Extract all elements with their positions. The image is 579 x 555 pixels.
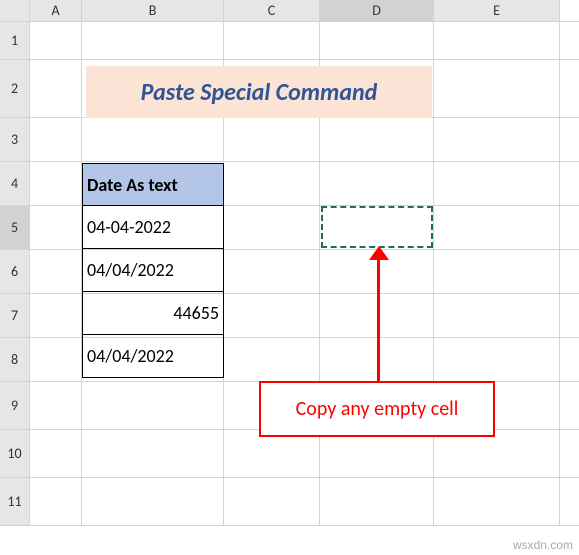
cell-b10[interactable]	[82, 430, 224, 477]
cell-a3[interactable]	[30, 118, 82, 161]
row-header-2[interactable]: 2	[0, 60, 30, 117]
cell-b3[interactable]	[82, 118, 224, 161]
cell-e10[interactable]	[434, 430, 560, 477]
cell-c4[interactable]	[224, 162, 320, 205]
row-10: 10	[0, 430, 579, 478]
select-all-corner[interactable]	[0, 0, 30, 21]
row-header-4[interactable]: 4	[0, 162, 30, 205]
cell-a10[interactable]	[30, 430, 82, 477]
callout: Copy any empty cell	[259, 381, 495, 437]
callout-box: Copy any empty cell	[259, 381, 495, 437]
row-header-7[interactable]: 7	[0, 294, 30, 337]
cell-c3[interactable]	[224, 118, 320, 161]
cell-e7[interactable]	[434, 294, 560, 337]
col-header-a[interactable]: A	[30, 0, 82, 21]
column-headers: A B C D E	[0, 0, 579, 22]
cell-e2[interactable]	[434, 60, 560, 117]
cell-e11[interactable]	[434, 478, 560, 525]
copied-selection[interactable]	[321, 206, 433, 248]
cell-d1[interactable]	[320, 22, 434, 59]
cell-b11[interactable]	[82, 478, 224, 525]
cell-b1[interactable]	[82, 22, 224, 59]
data-table: Date As text 04-04-2022 04/04/2022 44655…	[82, 163, 224, 378]
row-header-8[interactable]: 8	[0, 338, 30, 381]
row-header-11[interactable]: 11	[0, 478, 30, 525]
row-header-9[interactable]: 9	[0, 382, 30, 429]
cell-a4[interactable]	[30, 162, 82, 205]
cell-a5[interactable]	[30, 206, 82, 249]
table-row[interactable]: 04/04/2022	[82, 335, 224, 378]
title-banner: Paste Special Command	[86, 66, 432, 118]
cell-c11[interactable]	[224, 478, 320, 525]
cell-a7[interactable]	[30, 294, 82, 337]
table-row[interactable]: 04-04-2022	[82, 206, 224, 249]
row-header-5[interactable]: 5	[0, 206, 30, 249]
cell-c1[interactable]	[224, 22, 320, 59]
col-header-d[interactable]: D	[320, 0, 434, 21]
table-row[interactable]: 04/04/2022	[82, 249, 224, 292]
cell-e6[interactable]	[434, 250, 560, 293]
col-header-c[interactable]: C	[224, 0, 320, 21]
row-header-3[interactable]: 3	[0, 118, 30, 161]
cell-c8[interactable]	[224, 338, 320, 381]
table-header[interactable]: Date As text	[82, 163, 224, 206]
cell-a6[interactable]	[30, 250, 82, 293]
row-3: 3	[0, 118, 579, 162]
cell-d3[interactable]	[320, 118, 434, 161]
cell-d4[interactable]	[320, 162, 434, 205]
cell-c7[interactable]	[224, 294, 320, 337]
cell-a2[interactable]	[30, 60, 82, 117]
col-header-e[interactable]: E	[434, 0, 560, 21]
cell-a8[interactable]	[30, 338, 82, 381]
row-header-1[interactable]: 1	[0, 22, 30, 59]
arrow-up-icon	[369, 246, 389, 260]
row-header-6[interactable]: 6	[0, 250, 30, 293]
cell-e5[interactable]	[434, 206, 560, 249]
cell-c5[interactable]	[224, 206, 320, 249]
cell-e1[interactable]	[434, 22, 560, 59]
cell-d11[interactable]	[320, 478, 434, 525]
arrow-line	[377, 255, 380, 381]
row-11: 11	[0, 478, 579, 526]
cell-e8[interactable]	[434, 338, 560, 381]
table-row[interactable]: 44655	[82, 292, 224, 335]
cell-a1[interactable]	[30, 22, 82, 59]
cell-e3[interactable]	[434, 118, 560, 161]
row-1: 1	[0, 22, 579, 60]
cell-a9[interactable]	[30, 382, 82, 429]
cell-b9[interactable]	[82, 382, 224, 429]
col-header-b[interactable]: B	[82, 0, 224, 21]
watermark: wsxdn.com	[513, 538, 573, 552]
cell-d10[interactable]	[320, 430, 434, 477]
row-header-10[interactable]: 10	[0, 430, 30, 477]
cell-c6[interactable]	[224, 250, 320, 293]
cell-c10[interactable]	[224, 430, 320, 477]
cell-e4[interactable]	[434, 162, 560, 205]
cell-a11[interactable]	[30, 478, 82, 525]
